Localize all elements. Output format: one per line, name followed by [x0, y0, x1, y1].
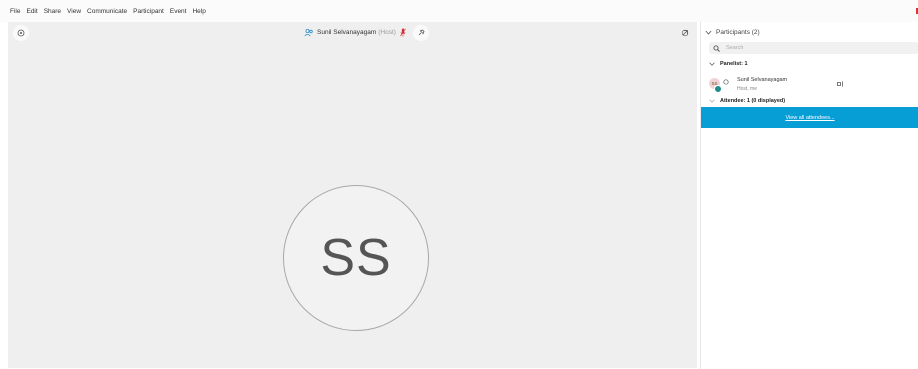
participant-role: Host, me: [737, 86, 758, 92]
video-stage: Sunil Selvanayagam (Host) SS: [8, 22, 697, 368]
presence-indicator: [714, 85, 722, 93]
view-all-label: View all attendees...: [785, 114, 835, 121]
pin-icon: [418, 29, 425, 36]
expand-button[interactable]: [677, 25, 693, 41]
attendees-section[interactable]: Attendee: 1 (0 displayed): [709, 98, 785, 104]
active-speaker-label: Sunil Selvanayagam (Host): [304, 27, 406, 38]
pin-button[interactable]: [413, 25, 429, 41]
stage-top-bar: Sunil Selvanayagam (Host): [8, 22, 697, 42]
panelists-section[interactable]: Panelist: 1: [709, 61, 748, 67]
menu-bar: File Edit Share View Communicate Partici…: [0, 0, 918, 22]
menu-share[interactable]: Share: [44, 8, 61, 15]
menu-edit[interactable]: Edit: [26, 8, 37, 15]
layout-button[interactable]: [13, 25, 29, 41]
participant-row[interactable]: SS Sunil Selvanayagam Host, me: [709, 76, 917, 96]
chevron-down-icon: [709, 99, 715, 103]
search-placeholder: Search: [726, 45, 744, 51]
speaker-role: (Host): [378, 29, 396, 36]
menu-event[interactable]: Event: [170, 8, 187, 15]
panelists-label: Panelist: 1: [720, 61, 748, 67]
menu-view[interactable]: View: [67, 8, 81, 15]
search-icon: [713, 45, 720, 52]
mic-muted-icon: [400, 28, 406, 37]
menu-participant[interactable]: Participant: [133, 8, 164, 15]
expand-icon: [681, 29, 689, 37]
layout-icon: [17, 29, 25, 37]
status-icon: [723, 79, 729, 85]
speaker-avatar: SS: [283, 185, 429, 331]
participants-panel: Participants (2) Search Panelist: 1 SS S…: [700, 22, 918, 369]
audio-device-icon: [837, 81, 843, 87]
view-all-attendees-button[interactable]: View all attendees...: [701, 107, 918, 128]
chevron-down-icon: [705, 30, 712, 35]
speaker-name: Sunil Selvanayagam: [317, 29, 377, 36]
menu-help[interactable]: Help: [192, 8, 205, 15]
people-icon: [304, 28, 313, 37]
menu-file[interactable]: File: [10, 8, 20, 15]
menu-communicate[interactable]: Communicate: [87, 8, 127, 15]
participants-header[interactable]: Participants (2): [705, 26, 760, 38]
participants-title: Participants (2): [716, 28, 760, 36]
participant-name: Sunil Selvanayagam: [737, 77, 788, 83]
search-input[interactable]: Search: [709, 42, 918, 54]
chevron-down-icon: [709, 62, 715, 66]
attendees-label: Attendee: 1 (0 displayed): [720, 98, 786, 104]
